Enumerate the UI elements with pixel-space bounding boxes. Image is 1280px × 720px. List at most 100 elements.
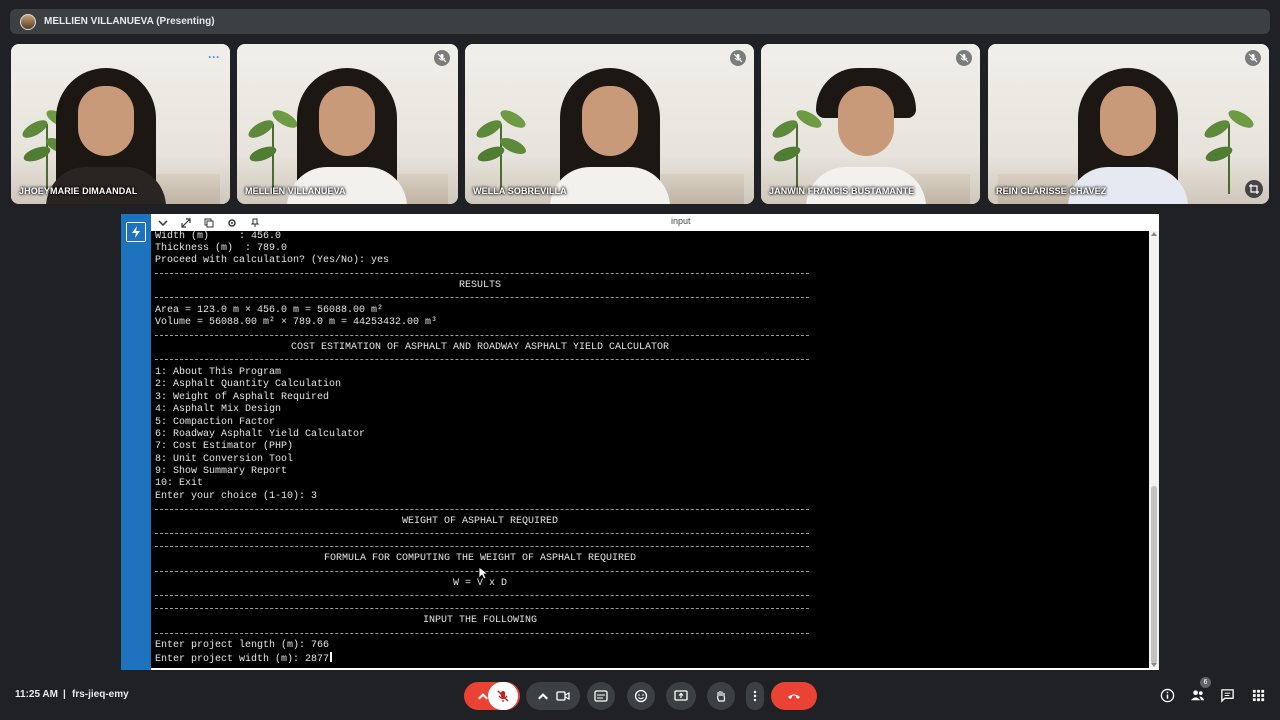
menu-item: 3: Weight of Asphalt Required <box>155 392 330 403</box>
participant-video <box>46 62 166 204</box>
menu-item: 2: Asphalt Quantity Calculation <box>155 379 342 390</box>
participant-name: MELLIEN VILLANUEVA <box>245 186 346 196</box>
people-icon <box>1190 689 1204 700</box>
mic-off-icon <box>1245 50 1261 66</box>
participant-tile[interactable]: JANWIN FRANCIS BUSTAMANTE <box>761 44 980 204</box>
participant-name: JHOEYMARIE DIMAANDAL <box>19 186 138 196</box>
present-button[interactable] <box>666 682 696 710</box>
expand-icon[interactable] <box>180 217 192 229</box>
lightning-icon[interactable] <box>126 222 146 242</box>
more-options-button[interactable] <box>746 682 764 710</box>
end-call-icon <box>788 694 800 699</box>
section-heading: RESULTS <box>458 280 501 291</box>
participant-tile[interactable]: REIN CLARISSE CHAVEZ <box>988 44 1269 204</box>
menu-item: 10: Exit <box>155 478 204 489</box>
raise-hand-button[interactable] <box>707 682 735 710</box>
divider <box>155 608 809 609</box>
presenting-banner: MELLIEN VILLANUEVA (Presenting) <box>10 9 1270 34</box>
mic-off-button[interactable] <box>488 682 518 710</box>
scroll-up-icon[interactable] <box>1151 232 1157 236</box>
divider <box>155 335 809 336</box>
leave-call-button[interactable] <box>771 682 817 710</box>
mic-off-icon <box>956 50 972 66</box>
presenter-avatar <box>20 13 36 30</box>
input-text: Enter project width (m): 2877 <box>155 654 330 665</box>
meeting-code: frs-jieq-emy <box>72 689 129 700</box>
participant-tile[interactable]: ··· JHOEYMARIE DIMAANDAL <box>11 44 230 204</box>
divider <box>155 509 809 510</box>
output-line: Proceed with calculation? (Yes/No): yes <box>155 255 390 266</box>
output-line: Enter project length (m): 766 <box>155 640 330 651</box>
participant-video <box>806 62 926 204</box>
chevron-down-icon[interactable] <box>157 217 169 229</box>
ide-sidebar <box>121 214 151 670</box>
more-vert-icon <box>753 690 757 702</box>
menu-item: 7: Cost Estimator (PHP) <box>155 441 294 452</box>
section-heading: FORMULA FOR COMPUTING THE WEIGHT OF ASPH… <box>323 553 637 564</box>
camera-toggle-button[interactable] <box>526 682 580 710</box>
chat-button[interactable] <box>1219 687 1235 703</box>
output-title: input <box>671 216 691 226</box>
frame-crop-icon[interactable] <box>1245 180 1263 198</box>
meeting-time: 11:25 AM <box>15 689 58 700</box>
reactions-button[interactable] <box>627 682 655 710</box>
participant-name: REIN CLARISSE CHAVEZ <box>996 186 1107 196</box>
terminal-output[interactable]: Width (m) : 456.0 Thickness (m) : 789.0 … <box>151 231 1149 668</box>
mic-off-icon <box>497 690 509 702</box>
divider <box>155 633 809 634</box>
plant-decoration <box>1204 110 1254 194</box>
camera-icon <box>556 691 570 701</box>
separator: | <box>63 689 66 700</box>
presenting-label: MELLIEN VILLANUEVA (Presenting) <box>44 16 215 27</box>
section-heading: INPUT THE FOLLOWING <box>422 615 538 626</box>
captions-icon <box>594 690 608 702</box>
chevron-up-icon[interactable] <box>536 689 550 703</box>
menu-item: 1: About This Program <box>155 367 282 378</box>
menu-item: 6: Roadway Asphalt Yield Calculator <box>155 429 366 440</box>
menu-item: 9: Show Summary Report <box>155 466 288 477</box>
mic-off-icon <box>730 50 746 66</box>
input-line[interactable]: Enter project width (m): 2877 <box>155 652 333 666</box>
output-line: Enter your choice (1-10): 3 <box>155 491 318 502</box>
mic-off-icon <box>434 50 450 66</box>
participant-video <box>287 62 407 204</box>
pin-icon[interactable] <box>249 217 261 229</box>
scroll-thumb[interactable] <box>1151 486 1157 664</box>
divider <box>155 533 809 534</box>
divider <box>155 595 809 596</box>
copy-icon[interactable] <box>203 217 215 229</box>
divider <box>155 273 809 274</box>
divider <box>155 546 809 547</box>
section-heading: WEIGHT OF ASPHALT REQUIRED <box>401 516 559 527</box>
chat-icon <box>1220 688 1234 703</box>
meeting-info-button[interactable] <box>1159 687 1175 703</box>
captions-button[interactable] <box>587 682 615 710</box>
people-button[interactable] <box>1189 687 1205 703</box>
participant-tile[interactable]: WELLA SOBREVILLA <box>465 44 754 204</box>
section-heading: COST ESTIMATION OF ASPHALT AND ROADWAY A… <box>290 342 670 353</box>
participant-tile[interactable]: MELLIEN VILLANUEVA <box>237 44 458 204</box>
apps-grid-icon <box>1252 689 1264 701</box>
participant-name: WELLA SOBREVILLA <box>473 186 567 196</box>
more-options-icon[interactable]: ··· <box>204 50 224 64</box>
gear-icon[interactable] <box>226 217 238 229</box>
hand-icon <box>717 691 726 702</box>
activities-button[interactable] <box>1250 687 1266 703</box>
participant-count-badge: 6 <box>1200 677 1211 688</box>
participant-name: JANWIN FRANCIS BUSTAMANTE <box>769 186 915 196</box>
terminal-scrollbar[interactable] <box>1149 231 1159 668</box>
info-icon <box>1160 688 1174 702</box>
mouse-pointer-icon <box>478 566 488 580</box>
shared-screen: input Width (m) : 456.0 Thickness (m) : … <box>121 214 1159 670</box>
output-line: Area = 123.0 m × 456.0 m = 56088.00 m² <box>155 305 384 316</box>
scroll-down-icon[interactable] <box>1151 663 1157 667</box>
divider <box>155 359 809 360</box>
participant-video <box>550 62 670 204</box>
emoji-icon <box>634 689 648 703</box>
output-line: Thickness (m) : 789.0 <box>155 243 288 254</box>
present-screen-icon <box>674 690 688 701</box>
text-cursor <box>330 652 333 662</box>
menu-item: 5: Compaction Factor <box>155 417 276 428</box>
output-line: Width (m) : 456.0 <box>155 231 282 242</box>
plant-decoration <box>476 110 526 194</box>
